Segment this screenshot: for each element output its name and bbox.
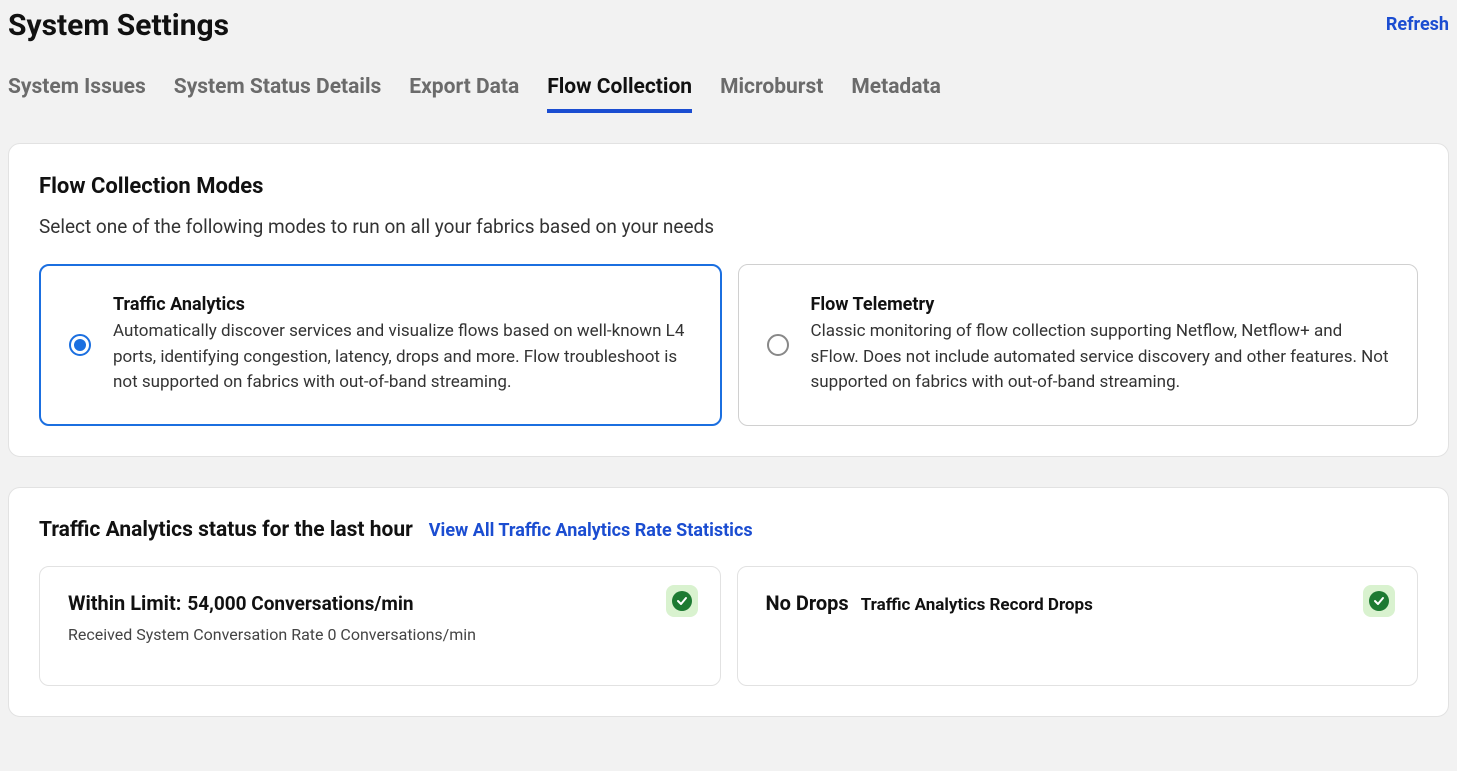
tab-system-issues[interactable]: System Issues <box>8 75 146 113</box>
tab-flow-collection[interactable]: Flow Collection <box>547 75 692 113</box>
refresh-link[interactable]: Refresh <box>1386 8 1449 35</box>
mode-title: Flow Telemetry <box>811 294 1390 315</box>
tab-metadata[interactable]: Metadata <box>851 75 940 113</box>
tabs: System Issues System Status Details Expo… <box>0 43 1457 113</box>
view-all-stats-link[interactable]: View All Traffic Analytics Rate Statisti… <box>429 520 753 541</box>
status-card-within-limit: Within Limit: 54,000 Conversations/min R… <box>39 566 721 686</box>
status-label: Within Limit: <box>68 591 181 615</box>
mode-text: Flow Telemetry Classic monitoring of flo… <box>811 294 1390 396</box>
status-row: Within Limit: 54,000 Conversations/min R… <box>39 566 1418 686</box>
radio-traffic-analytics[interactable] <box>69 334 91 356</box>
check-circle-icon <box>672 591 692 611</box>
ok-badge <box>1363 585 1395 617</box>
mode-desc: Classic monitoring of flow collection su… <box>811 319 1390 396</box>
status-label: No Drops <box>766 591 849 615</box>
tab-system-status-details[interactable]: System Status Details <box>174 75 382 113</box>
status-card-no-drops: No Drops Traffic Analytics Record Drops <box>737 566 1419 686</box>
status-sub: Received System Conversation Rate 0 Conv… <box>68 625 692 644</box>
status-title: Traffic Analytics status for the last ho… <box>39 518 413 542</box>
mode-option-traffic-analytics[interactable]: Traffic Analytics Automatically discover… <box>39 264 722 426</box>
check-circle-icon <box>1369 591 1389 611</box>
flow-collection-modes-card: Flow Collection Modes Select one of the … <box>8 143 1449 457</box>
tab-export-data[interactable]: Export Data <box>409 75 519 113</box>
status-value: 54,000 Conversations/min <box>187 592 413 615</box>
traffic-analytics-status-card: Traffic Analytics status for the last ho… <box>8 487 1449 717</box>
mode-row: Traffic Analytics Automatically discover… <box>39 264 1418 426</box>
status-sub-label: Traffic Analytics Record Drops <box>861 595 1093 615</box>
mode-title: Traffic Analytics <box>113 294 692 315</box>
page-title: System Settings <box>8 8 229 43</box>
tab-microburst[interactable]: Microburst <box>720 75 823 113</box>
mode-option-flow-telemetry[interactable]: Flow Telemetry Classic monitoring of flo… <box>738 264 1419 426</box>
ok-badge <box>666 585 698 617</box>
modes-desc: Select one of the following modes to run… <box>39 215 1418 238</box>
mode-desc: Automatically discover services and visu… <box>113 319 692 396</box>
radio-flow-telemetry[interactable] <box>767 334 789 356</box>
mode-text: Traffic Analytics Automatically discover… <box>113 294 692 396</box>
modes-title: Flow Collection Modes <box>39 174 1418 199</box>
